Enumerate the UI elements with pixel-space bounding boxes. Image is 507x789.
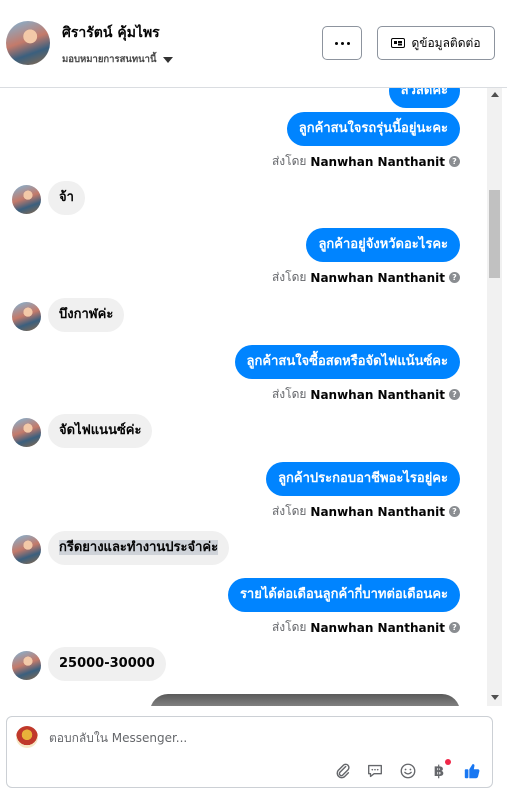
sender-name: Nanwhan Nanthanit [310, 270, 445, 285]
attach-icon[interactable] [333, 761, 353, 781]
sender-name: Nanwhan Nanthanit [310, 620, 445, 635]
help-icon[interactable]: ? [449, 272, 460, 283]
scroll-down-arrow-icon[interactable] [491, 695, 499, 700]
outgoing-message[interactable]: ลูกค้าประกอบอาชีพอะไรอยู่คะ [266, 462, 460, 496]
conversation-header: ศิรารัตน์ คุ้มไพร มอบหมายการสนทนานี้ ดูข… [0, 0, 507, 88]
sent-by-prefix: ส่งโดย [271, 504, 307, 518]
view-contact-info-button[interactable]: ดูข้อมูลติดต่อ [377, 26, 495, 60]
selected-message-text[interactable]: กรีดยางและทำงานประจำค่ะ [59, 540, 219, 555]
scroll-up-arrow-icon[interactable] [491, 92, 499, 97]
more-dots-icon [334, 41, 350, 45]
thumbs-up-icon[interactable] [462, 761, 482, 781]
sent-by-label: ส่งโดย Nanwhan Nanthanit ? [272, 385, 460, 404]
outgoing-image-attachment[interactable] [150, 694, 460, 706]
help-icon[interactable]: ? [449, 622, 460, 633]
reply-input[interactable] [49, 731, 429, 745]
sent-by-prefix: ส่งโดย [271, 387, 307, 401]
notification-dot [445, 759, 451, 765]
contact-avatar-small [12, 535, 41, 564]
contact-avatar-small [12, 302, 41, 331]
sent-by-prefix: ส่งโดย [271, 270, 307, 284]
incoming-message[interactable]: กรีดยางและทำงานประจำค่ะ [48, 531, 230, 565]
help-icon[interactable]: ? [449, 389, 460, 400]
sent-by-prefix: ส่งโดย [271, 620, 307, 634]
incoming-message[interactable]: บึงกาฬค่ะ [48, 298, 125, 332]
incoming-message[interactable]: จ้า [48, 181, 85, 215]
outgoing-message[interactable]: ลูกค้าสนใจซื้อสดหรือจัดไฟแน้นซ์คะ [234, 345, 460, 379]
message-thread: สวัสดีค่ะ ลูกค้าสนใจรถรุ่นนี้อยู่นะคะ ส่… [0, 88, 487, 706]
reply-composer: ฿ [6, 716, 493, 788]
sent-by-label: ส่งโดย Nanwhan Nanthanit ? [272, 618, 460, 637]
baht-symbol: ฿ [433, 762, 445, 780]
contact-avatar-small [12, 185, 41, 214]
outgoing-message[interactable]: รายได้ต่อเดือนลูกค้ากี่บาทต่อเดือนคะ [227, 578, 460, 612]
assign-conversation-dropdown[interactable]: มอบหมายการสนทนานี้ [62, 52, 173, 67]
caret-down-icon [162, 56, 173, 63]
view-contact-info-label: ดูข้อมูลติดต่อ [411, 35, 481, 50]
sender-name: Nanwhan Nanthanit [310, 154, 445, 169]
help-icon[interactable]: ? [449, 156, 460, 167]
sent-by-prefix: ส่งโดย [271, 154, 307, 168]
contact-avatar[interactable] [6, 21, 50, 65]
baht-payment-icon[interactable]: ฿ [429, 759, 451, 781]
outgoing-message[interactable]: ลูกค้าสนใจรถรุ่นนี้อยู่นะคะ [286, 112, 460, 146]
sent-by-label: ส่งโดย Nanwhan Nanthanit ? [272, 152, 460, 171]
incoming-message[interactable]: 25000-30000 [48, 647, 166, 681]
reply-icon[interactable] [365, 761, 385, 781]
outgoing-message[interactable]: สวัสดีค่ะ [388, 88, 460, 108]
contact-avatar-small [12, 651, 41, 680]
incoming-message[interactable]: จัดไฟแนนซ์ค่ะ [48, 414, 153, 448]
sent-by-label: ส่งโดย Nanwhan Nanthanit ? [272, 502, 460, 521]
assign-conversation-label: มอบหมายการสนทนานี้ [62, 54, 157, 65]
outgoing-message[interactable]: ลูกค้าอยู่จังหวัดอะไรคะ [306, 228, 460, 262]
emoji-icon[interactable] [398, 761, 418, 781]
scrollbar-thumb[interactable] [489, 190, 500, 278]
page-avatar [16, 726, 38, 748]
contact-card-icon [391, 38, 406, 48]
more-options-button[interactable] [322, 26, 362, 60]
help-icon[interactable]: ? [449, 506, 460, 517]
sender-name: Nanwhan Nanthanit [310, 504, 445, 519]
chat-scrollbar[interactable] [487, 88, 502, 706]
contact-name[interactable]: ศิรารัตน์ คุ้มไพร [62, 22, 160, 44]
sent-by-label: ส่งโดย Nanwhan Nanthanit ? [272, 268, 460, 287]
sender-name: Nanwhan Nanthanit [310, 387, 445, 402]
contact-avatar-small [12, 418, 41, 447]
